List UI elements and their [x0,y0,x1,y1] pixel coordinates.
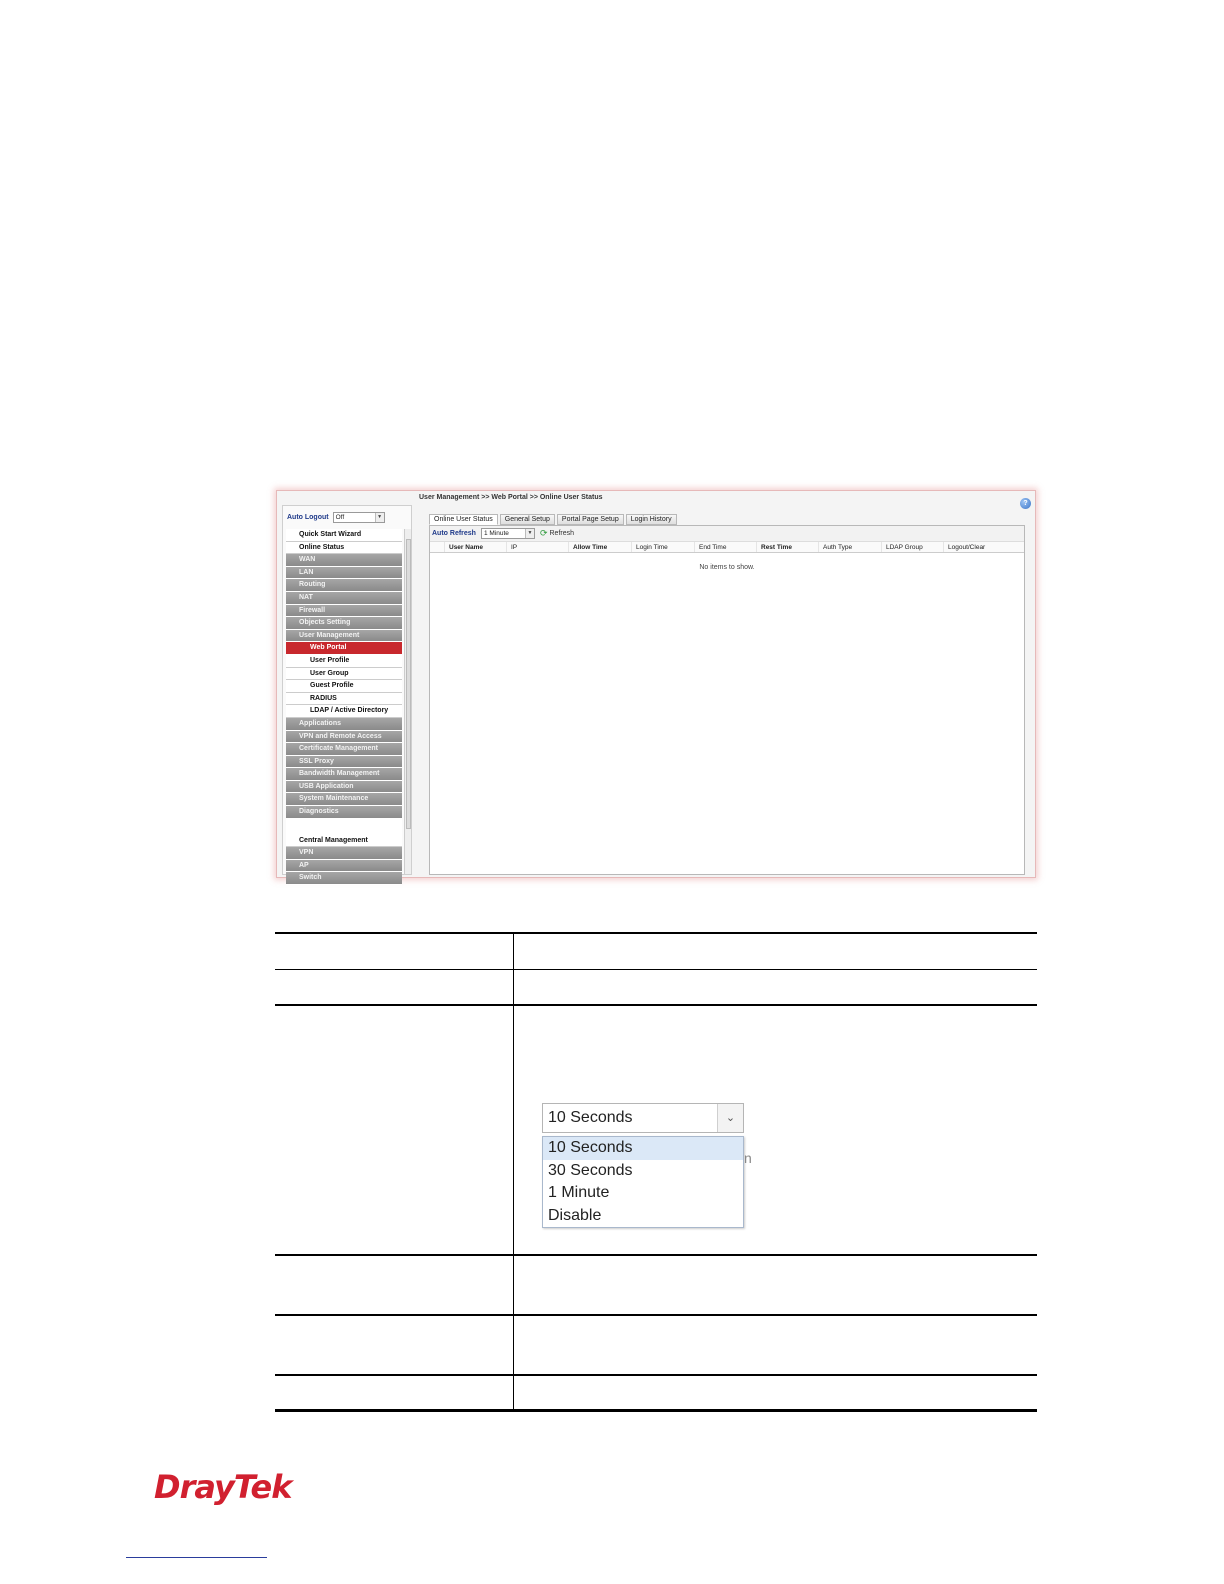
column-header[interactable]: User Name [444,542,506,552]
sidebar-item[interactable]: RADIUS [286,692,402,706]
auto-logout-label: Auto Logout [287,513,329,521]
sidebar-scrollbar[interactable] [404,529,411,874]
menu-spacer [286,818,402,835]
sidebar-item[interactable]: Diagnostics [286,806,402,819]
refresh-button[interactable]: ⟳ Refresh [540,529,574,538]
auto-logout-select[interactable]: Off ▼ [332,511,385,523]
tab[interactable]: Online User Status [429,514,498,525]
tab-bar: Online User Status General Setup Portal Pa… [429,514,677,525]
web-portal-screenshot: Auto Logout Off ▼ Quick Start Wizard Onli… [276,490,1036,886]
auto-logout: Auto Logout Off ▼ [287,511,385,523]
table-row-rule [275,1254,1037,1256]
dropdown-option[interactable]: Disable [543,1205,743,1228]
table-row-rule [275,1004,1037,1006]
empty-message: No items to show. [699,564,755,571]
column-header[interactable]: Logout/Clear [943,542,1013,552]
column-header[interactable]: End Time [694,542,756,552]
sidebar-item[interactable]: Applications [286,717,402,731]
table-row-rule [275,1314,1037,1316]
table-row-rule [275,1374,1037,1376]
sidebar-item[interactable]: Routing [286,579,402,592]
sidebar-item[interactable]: NAT [286,591,402,605]
dropdown-select[interactable]: 10 Seconds ⌄ [542,1103,744,1133]
sidebar-item[interactable]: Central Management [286,834,402,848]
sidebar-item[interactable]: USB Application [286,780,402,794]
dropdown-option[interactable]: 1 Minute [543,1182,743,1205]
sidebar-item[interactable]: Switch [286,872,402,886]
sidebar-item[interactable]: Quick Start Wizard [286,529,402,542]
dropdown-options: 10 Seconds 30 Seconds 1 Minute Disable [542,1136,744,1228]
chevron-down-icon: ▼ [374,512,384,522]
auto-refresh-label: Auto Refresh [432,530,476,537]
draytek-logo: DrayTek [154,1468,292,1506]
tab[interactable]: Login History [625,514,677,525]
dropdown-option[interactable]: 30 Seconds [543,1160,743,1183]
table-header: User Name IP Allow Time Login Time End Time R… [430,542,1024,553]
sidebar-item[interactable]: LDAP / Active Directory [286,705,402,718]
partial-background-glyph: n [744,1150,752,1166]
table-bottom-rule [275,1409,1037,1412]
sidebar-item[interactable]: SSL Proxy [286,755,402,769]
sidebar-item[interactable]: Objects Setting [286,617,402,630]
sidebar-item[interactable]: Web Portal [286,642,402,655]
sidebar-item[interactable]: Bandwidth Management [286,768,402,781]
sidebar-item[interactable]: VPN [286,847,402,860]
tab[interactable]: General Setup [499,514,555,525]
column-header[interactable]: LDAP Group [881,542,943,552]
auto-refresh-dropdown: 10 Seconds ⌄ 10 Seconds 30 Seconds 1 Minut… [542,1103,744,1228]
sidebar-item[interactable]: Online Status [286,541,402,555]
sidebar: Auto Logout Off ▼ Quick Start Wizard Onli… [282,505,412,886]
footer-link-line [126,1557,267,1558]
column-header[interactable]: Login Time [631,542,694,552]
table-top-rule [275,932,1037,934]
sidebar-item[interactable]: Guest Profile [286,680,402,693]
sidebar-item[interactable]: Certificate Management [286,743,402,756]
table-column-divider [513,932,514,1412]
chevron-down-icon: ⌄ [717,1104,743,1132]
sidebar-item[interactable]: User Group [286,667,402,681]
sidebar-item[interactable]: User Management [286,629,402,643]
toolbar: Auto Refresh 1 Minute ▼ ⟳ Refresh [430,526,1024,542]
column-header[interactable]: Rest Time [756,542,818,552]
online-user-panel: Auto Refresh 1 Minute ▼ ⟳ Refresh User N… [429,525,1025,875]
sidebar-menu: Quick Start Wizard Online Status WAN LAN Rou… [286,529,402,886]
sidebar-item[interactable]: AP [286,859,402,873]
tab[interactable]: Portal Page Setup [556,514,624,525]
auto-refresh-select[interactable]: 1 Minute ▼ [480,528,535,539]
table-row-rule [275,969,1037,970]
sidebar-item[interactable]: VPN and Remote Access [286,730,402,744]
sidebar-item[interactable]: LAN [286,566,402,580]
chevron-down-icon: ▼ [524,529,534,538]
column-header[interactable]: Auth Type [818,542,881,552]
refresh-icon: ⟳ [539,528,548,538]
column-header[interactable]: IP [506,542,568,552]
dropdown-option[interactable]: 10 Seconds [543,1137,743,1160]
help-icon[interactable]: ? [1020,498,1031,509]
sidebar-item[interactable]: Firewall [286,604,402,618]
sidebar-item[interactable]: WAN [286,554,402,567]
main-content: User Management >> Web Portal >> Online … [419,494,1031,876]
sidebar-item[interactable]: User Profile [286,654,402,668]
breadcrumb: User Management >> Web Portal >> Online … [419,494,603,501]
sidebar-item[interactable]: System Maintenance [286,793,402,807]
column-header[interactable]: Allow Time [568,542,631,552]
